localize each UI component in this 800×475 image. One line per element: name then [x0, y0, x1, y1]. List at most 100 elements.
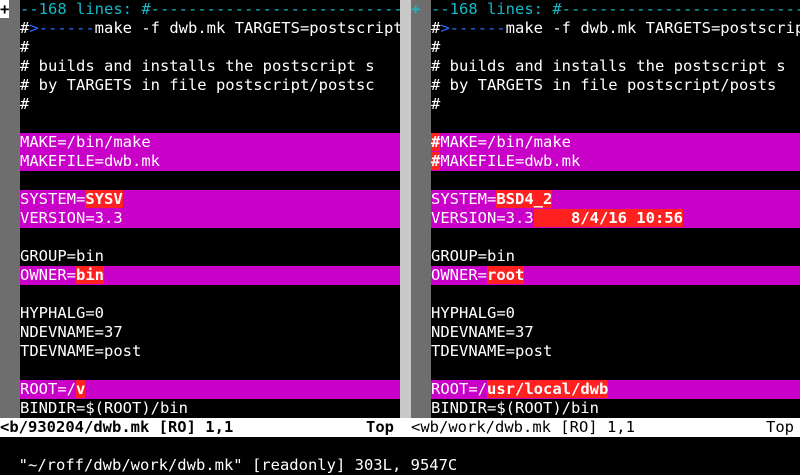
editor-line[interactable]: #	[20, 95, 400, 114]
comment-hash: #	[20, 19, 30, 37]
right-diff-pane[interactable]: + --168 lines: #------------------------…	[411, 0, 800, 418]
line-text: BINDIR=$(ROOT)/bin	[20, 399, 188, 417]
status-file: <wb/work/dwb.mk [RO] 1,1	[411, 418, 635, 436]
blank-line[interactable]	[431, 228, 800, 247]
fold-text: --168 lines: #--------------------------…	[431, 0, 800, 18]
left-status-line: <b/930204/dwb.mk [RO] 1,1 Top	[0, 418, 400, 437]
diff-changed-line[interactable]: OWNER=bin	[20, 266, 400, 285]
diff-highlight: BSD4_2	[496, 190, 553, 208]
line-text: #	[20, 95, 30, 113]
diff-highlight: v	[76, 380, 86, 398]
diff-highlight: usr/local/dwb	[487, 380, 609, 398]
diff-highlight: bin	[76, 266, 104, 284]
editor-line[interactable]: BINDIR=$(ROOT)/bin	[431, 399, 800, 418]
right-status-line: <wb/work/dwb.mk [RO] 1,1 Top	[411, 418, 800, 437]
fold-marker[interactable]: +	[411, 0, 431, 19]
diff-highlight: #	[431, 133, 441, 151]
editor-line[interactable]: #>------make -f dwb.mk TARGETS=postscrip…	[431, 19, 800, 38]
diff-changed-line[interactable]: ROOT=/usr/local/dwb	[431, 380, 800, 399]
blank-line[interactable]	[20, 285, 400, 304]
editor-line[interactable]: HYPHALG=0	[431, 304, 800, 323]
editor-line[interactable]: #	[20, 38, 400, 57]
editor-line[interactable]: #	[431, 95, 800, 114]
line-text: ROOT=/	[431, 380, 487, 398]
line-text: make -f dwb.mk TARGETS=postscript	[505, 19, 800, 37]
vertical-split-separator[interactable]	[400, 0, 411, 418]
line-text: NDEVNAME=37	[20, 323, 123, 341]
left-diff-pane[interactable]: + --168 lines: #------------------------…	[0, 0, 400, 418]
editor-line[interactable]: # builds and installs the postscript s	[20, 57, 400, 76]
status-position: Top	[366, 418, 394, 436]
folded-lines[interactable]: --168 lines: #--------------------------…	[431, 0, 800, 19]
line-text: HYPHALG=0	[431, 304, 515, 322]
diff-changed-line[interactable]: MAKEFILE=dwb.mk	[20, 152, 400, 171]
diff-changed-line[interactable]: MAKE=/bin/make	[20, 133, 400, 152]
blank-line[interactable]	[431, 285, 800, 304]
line-text: GROUP=bin	[20, 247, 104, 265]
line-text: SYSTEM=	[431, 190, 497, 208]
line-text: MAKE=/bin/make	[440, 133, 571, 151]
diff-changed-line[interactable]: ROOT=/v	[20, 380, 400, 399]
blank-line[interactable]	[20, 114, 400, 133]
blank-line[interactable]	[20, 228, 400, 247]
comment-hash: #	[431, 19, 441, 37]
left-text-area[interactable]: --168 lines: #--------------------------…	[20, 0, 400, 418]
editor-line[interactable]: GROUP=bin	[20, 247, 400, 266]
editor-line[interactable]: #>------make -f dwb.mk TARGETS=postscrip…	[20, 19, 400, 38]
diff-highlight: SYSV	[85, 190, 123, 208]
editor-line[interactable]: #	[431, 38, 800, 57]
line-text: NDEVNAME=37	[431, 323, 534, 341]
folded-lines[interactable]: --168 lines: #--------------------------…	[20, 0, 400, 19]
line-text: MAKEFILE=dwb.mk	[20, 152, 160, 170]
diff-changed-line[interactable]: #MAKE=/bin/make	[431, 133, 800, 152]
line-text: MAKE=/bin/make	[20, 133, 151, 151]
fold-marker[interactable]: +	[0, 0, 20, 19]
line-text: OWNER=	[431, 266, 487, 284]
fold-column: +	[0, 0, 20, 418]
status-separator	[400, 418, 411, 437]
diff-changed-line[interactable]: OWNER=root	[431, 266, 800, 285]
line-text: # builds and installs the postscript s	[431, 57, 786, 75]
line-text: # builds and installs the postscript s	[20, 57, 375, 75]
line-text: TDEVNAME=post	[20, 342, 142, 360]
blank-line[interactable]	[431, 361, 800, 380]
line-text: TDEVNAME=post	[431, 342, 553, 360]
line-text: SYSTEM=	[20, 190, 86, 208]
editor-line[interactable]: NDEVNAME=37	[20, 323, 400, 342]
command-line[interactable]: "~/roff/dwb/work/dwb.mk" [readonly] 303L…	[0, 437, 800, 474]
fold-column: +	[411, 0, 431, 418]
blank-line[interactable]	[20, 171, 400, 190]
line-text: # by TARGETS in file postscript/posts	[431, 76, 777, 94]
editor-line[interactable]: # builds and installs the postscript s	[431, 57, 800, 76]
line-text: #	[431, 95, 441, 113]
editor-line[interactable]: TDEVNAME=post	[20, 342, 400, 361]
line-text: # by TARGETS in file postscript/postsc	[20, 76, 375, 94]
command-line-message: "~/roff/dwb/work/dwb.mk" [readonly] 303L…	[18, 456, 458, 474]
diff-changed-line[interactable]: SYSTEM=BSD4_2	[431, 190, 800, 209]
editor-line[interactable]: GROUP=bin	[431, 247, 800, 266]
line-text: #	[20, 38, 30, 56]
blank-line[interactable]	[431, 114, 800, 133]
line-text: HYPHALG=0	[20, 304, 104, 322]
diff-changed-line[interactable]: SYSTEM=SYSV	[20, 190, 400, 209]
status-position: Top	[766, 418, 794, 436]
line-text: MAKEFILE=dwb.mk	[440, 152, 581, 170]
editor-line[interactable]: HYPHALG=0	[20, 304, 400, 323]
fold-text: --168 lines: #--------------------------…	[20, 0, 400, 18]
blank-line[interactable]	[431, 171, 800, 190]
editor-line[interactable]: BINDIR=$(ROOT)/bin	[20, 399, 400, 418]
line-text: GROUP=bin	[431, 247, 515, 265]
editor-line[interactable]: NDEVNAME=37	[431, 323, 800, 342]
line-text: ROOT=/	[20, 380, 76, 398]
editor-line[interactable]: TDEVNAME=post	[431, 342, 800, 361]
diff-changed-line[interactable]: VERSION=3.3 8/4/16 10:56	[431, 209, 800, 228]
line-text: #	[431, 38, 441, 56]
line-text: VERSION=3.3	[20, 209, 123, 227]
tab-marker: >------	[29, 19, 95, 37]
editor-line[interactable]: # by TARGETS in file postscript/posts	[431, 76, 800, 95]
diff-changed-line[interactable]: VERSION=3.3	[20, 209, 400, 228]
editor-line[interactable]: # by TARGETS in file postscript/postsc	[20, 76, 400, 95]
blank-line[interactable]	[20, 361, 400, 380]
diff-changed-line[interactable]: #MAKEFILE=dwb.mk	[431, 152, 800, 171]
right-text-area[interactable]: --168 lines: #--------------------------…	[431, 0, 800, 418]
